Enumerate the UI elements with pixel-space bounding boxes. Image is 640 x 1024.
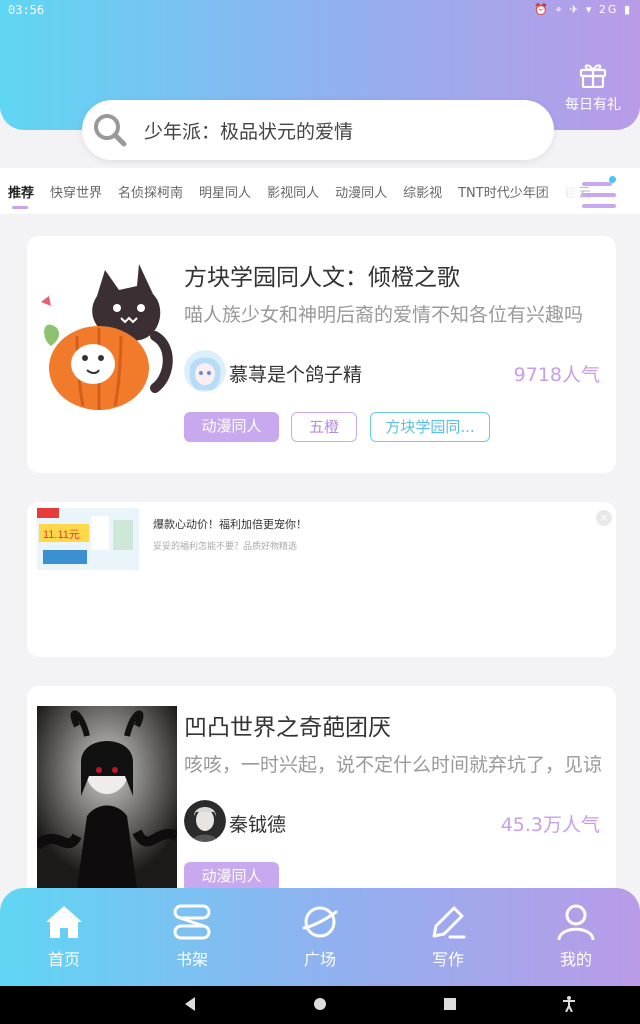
category-menu-button[interactable] xyxy=(582,176,616,210)
nav-bookshelf-label: 书架 xyxy=(175,950,208,969)
search-bar[interactable]: 少年派：极品状元的爱情 xyxy=(82,100,554,160)
popularity-count: 9718人气 xyxy=(513,364,600,386)
tab-variety[interactable]: 综影视 xyxy=(403,182,442,201)
nav-write-label: 写作 xyxy=(431,950,464,969)
home-button-icon[interactable] xyxy=(313,996,327,1012)
book-description: 喵人族少女和神明后裔的爱情不知各位有兴趣吗 xyxy=(184,304,584,326)
back-icon[interactable] xyxy=(183,996,197,1012)
book-title[interactable]: 凹凸世界之奇葩团厌 xyxy=(184,708,391,742)
popularity-count: 45.3万人气 xyxy=(500,814,600,836)
advertisement[interactable]: 11.11元 爆款心动价！福利加倍更宠你！ 妥妥的福利怎能不要？品质好物精选 × xyxy=(27,502,616,657)
nav-square[interactable]: 广场 xyxy=(280,904,360,970)
tab-recommend[interactable]: 推荐 xyxy=(8,182,34,209)
pen-icon xyxy=(432,906,466,939)
tag-fangkuai[interactable]: 方块学园同... xyxy=(370,412,490,442)
category-tabs: 推荐 快穿世界 名侦探柯南 明星同人 影视同人 动漫同人 综影视 TNT时代少年… xyxy=(0,168,640,214)
tag-wucheng[interactable]: 五橙 xyxy=(291,412,357,442)
ad-image: 11.11元 xyxy=(37,508,139,570)
bookshelf-icon xyxy=(173,904,211,940)
nav-home[interactable]: 首页 xyxy=(24,904,104,970)
system-navigation-bar xyxy=(0,986,640,1024)
tab-film-fanfic[interactable]: 影视同人 xyxy=(267,182,319,201)
nav-bookshelf[interactable]: 书架 xyxy=(152,904,232,970)
author-name[interactable]: 秦钺德 xyxy=(229,810,286,837)
nav-square-label: 广场 xyxy=(303,950,336,969)
nav-home-label: 首页 xyxy=(47,950,80,969)
menu-icon xyxy=(582,182,616,208)
nav-write[interactable]: 写作 xyxy=(408,904,488,970)
ad-close-button[interactable]: × xyxy=(596,510,612,526)
book-cover-image xyxy=(37,706,177,888)
nav-profile-label: 我的 xyxy=(559,950,592,969)
tab-conan[interactable]: 名侦探柯南 xyxy=(118,182,183,201)
recent-apps-icon[interactable] xyxy=(443,996,457,1012)
user-icon xyxy=(557,904,595,940)
gift-label: 每日有礼 xyxy=(565,97,621,113)
ad-subtitle: 妥妥的福利怎能不要？品质好物精选 xyxy=(153,542,298,552)
book-cover-image xyxy=(37,256,177,438)
planet-icon xyxy=(302,906,338,938)
tag-anime-fanfic[interactable]: 动漫同人 xyxy=(184,412,279,442)
ad-title: 爆款心动价！福利加倍更宠你！ xyxy=(153,518,307,531)
daily-gift-button[interactable]: 每日有礼 xyxy=(560,62,626,114)
author-avatar[interactable] xyxy=(184,800,226,842)
gift-icon xyxy=(579,64,607,88)
notification-dot xyxy=(609,176,616,183)
nav-profile[interactable]: 我的 xyxy=(536,904,616,970)
tab-star-fanfic[interactable]: 明星同人 xyxy=(199,182,251,201)
bottom-navigation: 首页 书架 广场 写作 我的 xyxy=(0,888,640,986)
search-input[interactable]: 少年派：极品状元的爱情 xyxy=(144,117,353,144)
book-description: 咳咳，一时兴起，说不定什么时间就弃坑了，见谅 xyxy=(184,754,603,776)
search-icon xyxy=(94,114,127,147)
status-bar: 03:56 ⏰ ⌖ ✈ ▾ 2G ▮ xyxy=(0,0,640,22)
tab-quick-travel[interactable]: 快穿世界 xyxy=(50,182,102,201)
author-avatar[interactable] xyxy=(184,350,226,392)
status-time: 03:56 xyxy=(8,3,45,17)
ad-image-text: 11.11元 xyxy=(43,529,80,541)
status-icons: ⏰ ⌖ ✈ ▾ 2G ▮ xyxy=(534,3,632,16)
book-title[interactable]: 方块学园同人文：倾橙之歌 xyxy=(184,258,460,292)
book-card[interactable]: 方块学园同人文：倾橙之歌 喵人族少女和神明后裔的爱情不知各位有兴趣吗 慕荨是个鸽… xyxy=(27,236,616,473)
accessibility-icon[interactable] xyxy=(562,996,576,1012)
author-name[interactable]: 慕荨是个鸽子精 xyxy=(229,360,362,387)
tab-tnt[interactable]: TNT时代少年团 xyxy=(458,182,549,201)
home-icon xyxy=(46,906,82,938)
tab-anime-fanfic[interactable]: 动漫同人 xyxy=(335,182,387,201)
tabs-fade xyxy=(540,168,580,214)
